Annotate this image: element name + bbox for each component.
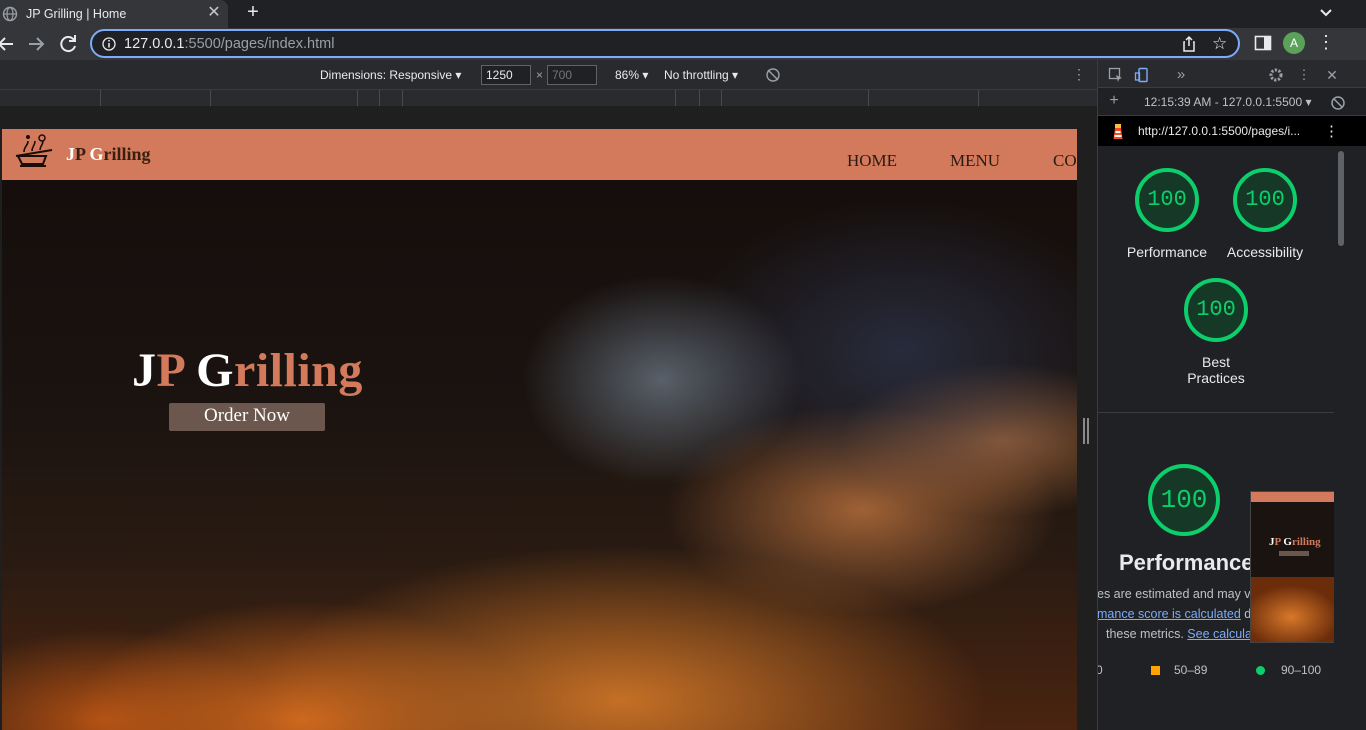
score-label-best-practices[interactable]: Best Practices xyxy=(1156,354,1276,386)
height-input[interactable] xyxy=(547,65,597,85)
tab-title: JP Grilling | Home xyxy=(26,7,127,21)
report-url: http://127.0.0.1:5500/pages/i... xyxy=(1138,124,1301,138)
close-devtools-icon[interactable]: ✕ xyxy=(1324,67,1340,83)
report-url-bar: http://127.0.0.1:5500/pages/i... ⋮ xyxy=(1098,116,1366,146)
see-calculator-link[interactable]: See calculat xyxy=(1187,627,1255,641)
reload-icon[interactable] xyxy=(56,32,80,56)
legend-fail: 0 xyxy=(1098,663,1103,677)
globe-icon xyxy=(2,6,18,22)
tab-strip: JP Grilling | Home ✕ + xyxy=(0,0,1366,28)
throttling-dropdown[interactable]: No throttling ▾ xyxy=(664,68,738,82)
section-divider xyxy=(1098,412,1334,413)
back-arrow-icon[interactable] xyxy=(0,32,18,56)
device-toolbar: Dimensions: Responsive ▾ × 86% ▾ No thro… xyxy=(0,60,1097,90)
settings-gear-icon[interactable] xyxy=(1268,67,1284,83)
zoom-dropdown[interactable]: 86% ▾ xyxy=(615,68,648,82)
share-icon[interactable] xyxy=(1180,35,1198,53)
legend-average: 50–89 xyxy=(1174,663,1208,677)
close-tab-icon[interactable]: ✕ xyxy=(204,3,224,23)
page-screenshot-thumbnail[interactable]: JP Grilling xyxy=(1250,491,1334,643)
grill-logo-icon[interactable] xyxy=(12,132,56,172)
inspect-element-icon[interactable] xyxy=(1108,67,1124,83)
page-viewport: JP Grilling HOME MENU CO JP Grilling Ord… xyxy=(2,129,1077,730)
score-gauge-best-practices[interactable]: 100 xyxy=(1184,278,1248,342)
width-input[interactable] xyxy=(481,65,531,85)
performance-description: es are estimated and may va xyxy=(1098,587,1258,601)
report-scrollbar[interactable] xyxy=(1336,148,1346,730)
performance-description-line3: these metrics. See calculat xyxy=(1106,627,1256,641)
hero-background-image xyxy=(2,180,1077,730)
legend-pass: 90–100 xyxy=(1281,663,1322,677)
report-menu-icon[interactable]: ⋮ xyxy=(1324,122,1339,140)
devtools-panel: » ⋮ ✕ + 12:15:39 AM - 127.0.0.1:5500 ▾ h… xyxy=(1097,60,1366,730)
thumbnail-title: JP Grilling xyxy=(1269,536,1321,548)
performance-heading: Performance xyxy=(1119,550,1254,575)
order-now-button[interactable]: Order Now xyxy=(169,403,325,431)
lighthouse-logo-icon xyxy=(1113,124,1123,139)
url-text[interactable]: 127.0.0.1:5500/pages/index.html xyxy=(124,36,334,52)
score-calculation-link[interactable]: mance score is calculated xyxy=(1098,607,1241,621)
score-gauge-accessibility[interactable]: 100 xyxy=(1233,168,1297,232)
performance-score-gauge: 100 xyxy=(1148,464,1220,536)
rotate-icon[interactable] xyxy=(765,67,781,83)
browser-toolbar: 127.0.0.1:5500/pages/index.html ☆ A ⋮ xyxy=(0,28,1366,60)
resize-handle[interactable] xyxy=(1083,418,1089,444)
forward-arrow-icon[interactable] xyxy=(24,32,48,56)
kebab-menu-icon[interactable]: ⋮ xyxy=(1316,33,1336,53)
performance-description-line2: mance score is calculated di xyxy=(1098,607,1255,621)
nav-link-contact[interactable]: CO xyxy=(1053,151,1077,171)
address-bar[interactable]: 127.0.0.1:5500/pages/index.html ☆ xyxy=(90,29,1240,58)
times-separator: × xyxy=(536,68,544,82)
devtools-tabbar: » ⋮ ✕ xyxy=(1098,60,1366,88)
nav-link-home[interactable]: HOME xyxy=(847,151,897,171)
dimensions-dropdown[interactable]: Dimensions: Responsive ▾ xyxy=(320,68,461,82)
report-timestamp-dropdown[interactable]: 12:15:39 AM - 127.0.0.1:5500 ▾ xyxy=(1144,95,1311,109)
profile-avatar[interactable]: A xyxy=(1283,32,1305,54)
legend-pass-marker xyxy=(1256,666,1265,675)
site-info-icon[interactable] xyxy=(102,37,116,51)
site-logo-text[interactable]: JP Grilling xyxy=(66,144,151,165)
devtools-more-icon[interactable]: ⋮ xyxy=(1296,67,1312,83)
lighthouse-report: 100 Performance 100 Accessibility 100 Be… xyxy=(1098,146,1334,730)
legend-average-marker xyxy=(1151,666,1160,675)
score-gauge-performance[interactable]: 100 xyxy=(1135,168,1199,232)
nav-link-menu[interactable]: MENU xyxy=(950,151,1000,171)
device-toggle-icon[interactable] xyxy=(1134,67,1150,83)
hero-title: JP Grilling xyxy=(132,344,363,397)
side-panel-icon[interactable] xyxy=(1253,33,1273,53)
new-tab-icon[interactable]: + xyxy=(242,1,264,23)
bookmark-star-icon[interactable]: ☆ xyxy=(1212,34,1232,54)
clear-reports-icon[interactable] xyxy=(1330,95,1346,111)
browser-tab[interactable]: JP Grilling | Home ✕ xyxy=(0,0,228,28)
tab-search-chevron-icon[interactable] xyxy=(1316,2,1336,22)
new-report-icon[interactable]: + xyxy=(1106,93,1122,109)
media-query-ruler[interactable] xyxy=(0,90,1097,106)
site-header: JP Grilling HOME MENU CO xyxy=(2,129,1077,180)
more-tabs-icon[interactable]: » xyxy=(1173,67,1189,83)
score-label-accessibility[interactable]: Accessibility xyxy=(1205,244,1325,260)
device-toolbar-more-icon[interactable]: ⋮ xyxy=(1072,66,1086,83)
lighthouse-toolbar: + 12:15:39 AM - 127.0.0.1:5500 ▾ xyxy=(1098,88,1366,116)
